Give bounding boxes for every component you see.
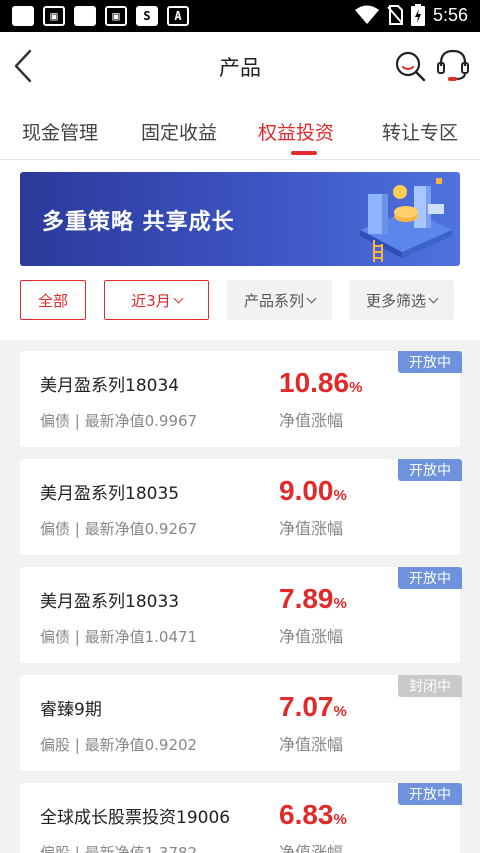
image-notification-icon: ▣ xyxy=(43,6,65,26)
chevron-down-icon xyxy=(306,293,317,303)
chevron-down-icon xyxy=(173,293,184,303)
app-notification-icon xyxy=(12,6,34,26)
active-tab-indicator xyxy=(291,151,317,155)
status-badge: 开放中 xyxy=(398,459,462,481)
product-name: 睿臻9期 xyxy=(40,700,102,720)
product-card[interactable]: 美月盈系列18035 偏债 | 最新净值0.9267 9.00% 净值涨幅 开放… xyxy=(20,459,462,555)
search-icon[interactable] xyxy=(394,50,426,82)
rate-unit: % xyxy=(349,379,363,396)
tab-transfer-zone[interactable]: 转让专区 xyxy=(382,118,458,145)
s-app-notification-icon: S xyxy=(136,6,158,26)
notification-icons: ▣ ▣ S A xyxy=(12,6,189,26)
category-tabs: 现金管理 固定收益 权益投资 转让专区 xyxy=(0,100,480,160)
status-badge: 封闭中 xyxy=(398,675,462,697)
product-meta: 偏股 | 最新净值1.3782 xyxy=(40,844,198,853)
app-header: 产品 xyxy=(0,32,480,100)
product-return-rate: 7.07% xyxy=(279,691,347,723)
product-meta: 偏股 | 最新净值0.9202 xyxy=(40,736,198,754)
rate-label: 净值涨幅 xyxy=(279,411,344,430)
product-return-rate: 9.00% xyxy=(279,475,347,507)
filter-period-label: 近3月 xyxy=(131,291,171,310)
tab-equity-investment[interactable]: 权益投资 xyxy=(258,118,334,145)
rate-unit: % xyxy=(333,811,347,828)
banner-text: 多重策略 共享成长 xyxy=(42,210,235,235)
product-return-rate: 7.89% xyxy=(279,583,347,615)
rate-label: 净值涨幅 xyxy=(279,735,344,754)
wifi-icon xyxy=(354,5,379,24)
customer-service-icon[interactable] xyxy=(436,48,470,84)
filter-all-label: 全部 xyxy=(37,291,68,310)
product-return-rate: 10.86% xyxy=(279,367,362,399)
product-name: 美月盈系列18035 xyxy=(40,484,180,504)
product-name: 美月盈系列18034 xyxy=(40,376,180,396)
status-badge: 开放中 xyxy=(398,567,462,589)
promo-banner[interactable]: 多重策略 共享成长 xyxy=(20,172,460,266)
app-notification-icon xyxy=(74,6,96,26)
rate-value: 7.89 xyxy=(279,583,334,614)
finance-illustration xyxy=(360,178,452,262)
rate-label: 净值涨幅 xyxy=(279,627,344,646)
product-card[interactable]: 全球成长股票投资19006 偏股 | 最新净值1.3782 6.83% 净值涨幅… xyxy=(20,783,462,853)
product-card[interactable]: 美月盈系列18034 偏债 | 最新净值0.9967 10.86% 净值涨幅 开… xyxy=(20,351,462,447)
product-name: 全球成长股票投资19006 xyxy=(40,808,231,828)
battery-icon xyxy=(410,4,425,26)
product-meta: 偏债 | 最新净值0.9967 xyxy=(40,412,198,430)
no-sim-icon xyxy=(387,5,403,25)
product-meta: 偏债 | 最新净值0.9267 xyxy=(40,520,198,538)
tab-fixed-income[interactable]: 固定收益 xyxy=(141,118,217,145)
product-name: 美月盈系列18033 xyxy=(40,592,180,612)
status-bar: ▣ ▣ S A 5:56 xyxy=(0,0,480,32)
image-notification-icon: ▣ xyxy=(105,6,127,26)
rate-value: 6.83 xyxy=(279,799,334,830)
product-meta: 偏债 | 最新净值1.0471 xyxy=(40,628,198,646)
status-badge: 开放中 xyxy=(398,783,462,805)
chevron-down-icon xyxy=(428,293,439,303)
filter-more-label: 更多筛选 xyxy=(365,291,426,310)
filter-all-button[interactable]: 全部 xyxy=(20,280,86,320)
rate-label: 净值涨幅 xyxy=(279,519,344,538)
rate-label: 净值涨幅 xyxy=(279,843,344,853)
product-card[interactable]: 睿臻9期 偏股 | 最新净值0.9202 7.07% 净值涨幅 封闭中 xyxy=(20,675,462,771)
clock: 5:56 xyxy=(432,4,468,25)
filter-series-dropdown[interactable]: 产品系列 xyxy=(227,280,332,320)
rate-unit: % xyxy=(333,487,347,504)
rate-value: 9.00 xyxy=(279,475,334,506)
filter-series-label: 产品系列 xyxy=(243,291,304,310)
product-return-rate: 6.83% xyxy=(279,799,347,831)
product-card[interactable]: 美月盈系列18033 偏债 | 最新净值1.0471 7.89% 净值涨幅 开放… xyxy=(20,567,462,663)
filter-more-dropdown[interactable]: 更多筛选 xyxy=(349,280,454,320)
rate-value: 7.07 xyxy=(279,691,334,722)
rate-unit: % xyxy=(333,703,347,720)
rate-unit: % xyxy=(333,595,347,612)
tab-cash-management[interactable]: 现金管理 xyxy=(22,118,98,145)
status-badge: 开放中 xyxy=(398,351,462,373)
filter-period-dropdown[interactable]: 近3月 xyxy=(104,280,209,320)
a-app-notification-icon: A xyxy=(167,6,189,26)
rate-value: 10.86 xyxy=(279,367,350,398)
